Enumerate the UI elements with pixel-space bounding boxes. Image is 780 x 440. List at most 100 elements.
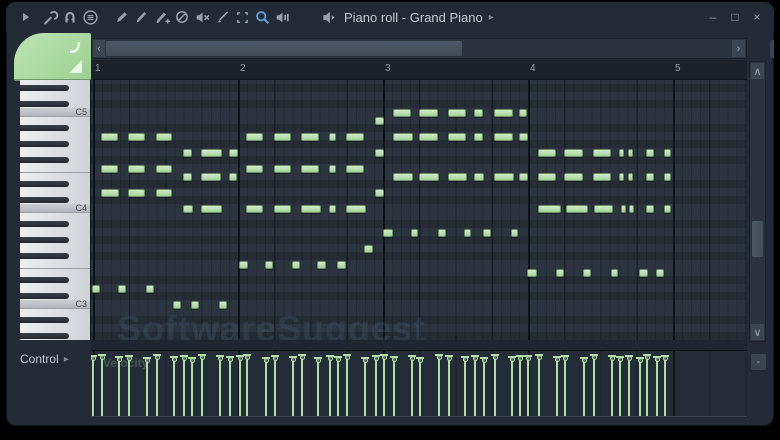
- select-icon[interactable]: [232, 7, 252, 27]
- midi-note-G4[interactable]: [646, 149, 654, 157]
- midi-note-G4[interactable]: [619, 149, 624, 157]
- midi-note-A4[interactable]: [156, 133, 172, 141]
- midi-note-C4[interactable]: [566, 205, 588, 213]
- scroll-right-button[interactable]: ›: [732, 40, 745, 57]
- midi-note-G4[interactable]: [564, 149, 583, 157]
- velocity-handle[interactable]: [410, 356, 415, 361]
- midi-note-F4[interactable]: [101, 165, 118, 173]
- midi-note-A4[interactable]: [329, 133, 336, 141]
- slice-icon[interactable]: [212, 7, 232, 27]
- velocity-stem[interactable]: [538, 354, 540, 417]
- velocity-stem[interactable]: [239, 355, 241, 417]
- velocity-handle[interactable]: [300, 355, 305, 360]
- midi-note-F4[interactable]: [156, 165, 172, 173]
- velocity-handle[interactable]: [627, 356, 632, 361]
- midi-note-C4[interactable]: [183, 205, 193, 213]
- midi-note-G4[interactable]: [375, 149, 384, 157]
- midi-note-E4[interactable]: [519, 173, 528, 181]
- vertical-scrollbar-thumb[interactable]: [752, 221, 763, 257]
- c-key-C5[interactable]: C5: [20, 108, 91, 116]
- c-key-C3[interactable]: C3: [20, 300, 91, 308]
- midi-note-C5[interactable]: [419, 109, 438, 117]
- velocity-handle[interactable]: [526, 356, 531, 361]
- horizontal-scrollbar-thumb[interactable]: [106, 41, 462, 56]
- velocity-stem[interactable]: [329, 355, 331, 417]
- velocity-handle[interactable]: [582, 358, 587, 363]
- velocity-handle[interactable]: [563, 356, 568, 361]
- velocity-handle[interactable]: [537, 355, 542, 360]
- midi-note-E4[interactable]: [664, 173, 671, 181]
- midi-note-E3[interactable]: [656, 269, 664, 277]
- velocity-stem[interactable]: [646, 354, 648, 417]
- velocity-stem[interactable]: [292, 356, 294, 417]
- midi-note-E4[interactable]: [628, 173, 633, 181]
- midi-note-G4[interactable]: [664, 149, 671, 157]
- midi-note-E3[interactable]: [583, 269, 591, 277]
- midi-note-F4[interactable]: [274, 165, 291, 173]
- midi-note-C5[interactable]: [393, 109, 411, 117]
- midi-note-E4[interactable]: [229, 173, 237, 181]
- delete-icon[interactable]: [172, 7, 192, 27]
- velocity-stem[interactable]: [474, 355, 476, 417]
- midi-note-A4[interactable]: [419, 133, 438, 141]
- black-key-Gs2[interactable]: [20, 333, 69, 339]
- black-key-Ds4[interactable]: [20, 181, 69, 187]
- c-key-C4[interactable]: C4: [20, 204, 91, 212]
- midi-note-G4[interactable]: [538, 149, 556, 157]
- midi-note-F4[interactable]: [128, 165, 145, 173]
- velocity-stem[interactable]: [393, 356, 395, 417]
- midi-note-C5[interactable]: [474, 109, 483, 117]
- velocity-stem[interactable]: [527, 355, 529, 417]
- black-key-As3[interactable]: [20, 221, 69, 227]
- midi-note-D4[interactable]: [128, 189, 145, 197]
- horizontal-scrollbar[interactable]: ‹ ›: [91, 38, 747, 59]
- velocity-stem[interactable]: [337, 356, 339, 417]
- scroll-left-button[interactable]: ‹: [93, 40, 105, 57]
- velocity-handle[interactable]: [493, 355, 498, 360]
- midi-note-E4[interactable]: [419, 173, 439, 181]
- velocity-handle[interactable]: [200, 355, 205, 360]
- midi-note-E3[interactable]: [527, 269, 537, 277]
- black-key-Gs3[interactable]: [20, 237, 69, 243]
- velocity-stem[interactable]: [128, 355, 130, 417]
- velocity-handle[interactable]: [245, 355, 250, 360]
- midi-note-A3[interactable]: [383, 229, 393, 237]
- midi-note-A4[interactable]: [301, 133, 319, 141]
- timeline-options-button[interactable]: ·: [770, 40, 774, 58]
- midi-note-A4[interactable]: [274, 133, 291, 141]
- black-key-Cs4[interactable]: [20, 197, 69, 203]
- velocity-handle[interactable]: [392, 357, 397, 362]
- wrench-icon[interactable]: [40, 7, 60, 27]
- midi-note-C4[interactable]: [664, 205, 671, 213]
- velocity-stem[interactable]: [274, 355, 276, 417]
- lane-collapse-button[interactable]: -: [751, 354, 766, 370]
- piano-keyboard[interactable]: C5 C4 C3: [20, 80, 91, 340]
- velocity-handle[interactable]: [382, 355, 387, 360]
- velocity-lane[interactable]: Velocity: [91, 350, 747, 417]
- velocity-stem[interactable]: [411, 355, 413, 417]
- velocity-stem[interactable]: [583, 357, 585, 417]
- midi-note-G3[interactable]: [364, 245, 373, 253]
- midi-note-A3[interactable]: [511, 229, 518, 237]
- velocity-handle[interactable]: [117, 357, 122, 362]
- midi-note-A4[interactable]: [246, 133, 263, 141]
- black-key-Cs5[interactable]: [20, 101, 69, 107]
- pencil-icon[interactable]: [112, 7, 132, 27]
- window-title-group[interactable]: Piano roll - Grand Piano ▸: [318, 2, 494, 32]
- velocity-stem[interactable]: [317, 357, 319, 417]
- midi-note-A4[interactable]: [393, 133, 413, 141]
- velocity-handle[interactable]: [418, 358, 423, 363]
- velocity-handle[interactable]: [336, 357, 341, 362]
- midi-note-C4[interactable]: [538, 205, 561, 213]
- control-lane-label[interactable]: Control ▸: [20, 352, 69, 366]
- velocity-handle[interactable]: [518, 356, 523, 361]
- mute-icon[interactable]: [192, 7, 212, 27]
- velocity-handle[interactable]: [374, 356, 379, 361]
- velocity-handle[interactable]: [172, 357, 177, 362]
- magnet-icon[interactable]: [60, 7, 80, 27]
- paint-brush-add-icon[interactable]: [152, 7, 172, 27]
- velocity-handle[interactable]: [463, 357, 468, 362]
- menu-icon[interactable]: [80, 7, 100, 27]
- midi-note-E4[interactable]: [564, 173, 583, 181]
- piano-roll-corner-widget[interactable]: [14, 33, 91, 81]
